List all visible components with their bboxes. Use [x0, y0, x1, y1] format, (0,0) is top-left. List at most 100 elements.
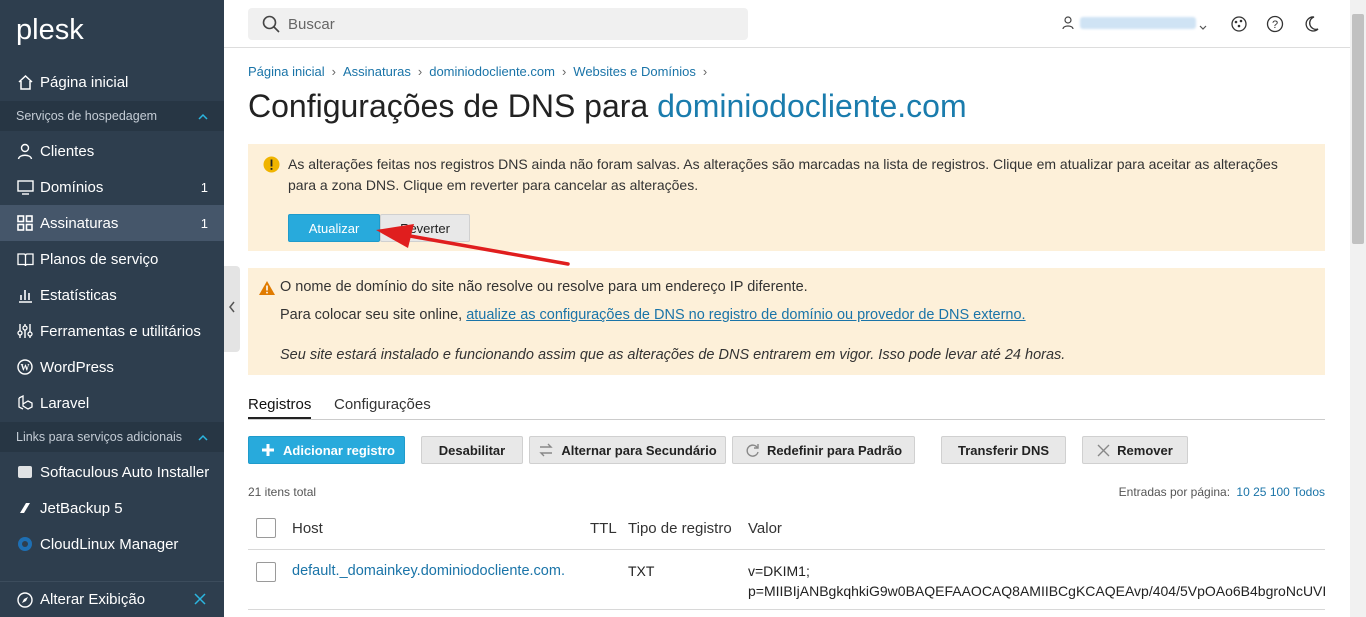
add-record-button[interactable]: Adicionar registro — [248, 436, 405, 464]
remove-button[interactable]: Remover — [1082, 436, 1188, 464]
record-value-line1: v=DKIM1; — [748, 563, 810, 579]
breadcrumb-separator-icon: › — [417, 64, 423, 79]
sidebar-item-dominios[interactable]: Domínios 1 — [0, 169, 224, 205]
per-page-option[interactable]: 100 — [1270, 485, 1290, 499]
sidebar-item-label: JetBackup 5 — [40, 499, 123, 517]
sidebar-item-planos[interactable]: Planos de serviço — [0, 241, 224, 277]
breadcrumb-link[interactable]: Página inicial — [248, 64, 325, 79]
sidebar-item-home[interactable]: Página inicial — [0, 64, 224, 100]
sidebar-item-assinaturas[interactable]: Assinaturas 1 — [0, 205, 224, 241]
breadcrumb-link[interactable]: Websites e Domínios — [573, 64, 696, 79]
tabs: Registros Configurações — [248, 394, 1325, 420]
per-page-label: Entradas por página: — [1118, 485, 1231, 499]
sidebar-item-label: Laravel — [40, 394, 90, 412]
update-dns-link[interactable]: atualize as configurações de DNS no regi… — [466, 307, 1025, 323]
user-icon[interactable] — [1062, 16, 1074, 35]
column-header-type[interactable]: Tipo de registro — [628, 520, 732, 537]
page-title-prefix: Configurações de DNS para — [248, 88, 658, 124]
select-all-checkbox[interactable] — [256, 518, 276, 538]
section-additional-links[interactable]: Links para serviços adicionais — [0, 422, 224, 452]
sidebar-item-label: Ferramentas e utilitários — [40, 322, 201, 340]
breadcrumb: Página inicial › Assinaturas › dominiodocl… — [248, 64, 714, 79]
change-view-label: Alterar Exibição — [40, 591, 146, 608]
breadcrumb-link[interactable]: dominiodocliente.com — [429, 64, 555, 79]
reset-default-button[interactable]: Redefinir para Padrão — [732, 436, 915, 464]
compass-icon — [16, 591, 34, 609]
grid-icon — [16, 214, 34, 232]
moon-icon[interactable] — [1304, 15, 1320, 38]
search-placeholder: Buscar — [288, 15, 335, 33]
search-input[interactable]: Buscar — [248, 8, 748, 40]
red-arrow-annotation — [376, 224, 570, 266]
dns-resolve-line2-prefix: Para colocar seu site online, — [280, 307, 467, 323]
transfer-dns-button[interactable]: Transferir DNS — [941, 436, 1066, 464]
section-hosting-services[interactable]: Serviços de hospedagem — [0, 101, 224, 131]
dns-resolve-notice: O nome de domínio do site não resolve ou… — [248, 268, 1325, 375]
sidebar-item-label: Planos de serviço — [40, 250, 159, 268]
sidebar-item-estatisticas[interactable]: Estatísticas — [0, 277, 224, 313]
warning-triangle-icon — [258, 280, 276, 299]
collapse-sidebar-button[interactable] — [224, 266, 240, 352]
chevron-down-icon[interactable] — [1199, 18, 1207, 36]
column-header-host[interactable]: Host — [292, 520, 323, 537]
sidebar-item-label: Estatísticas — [40, 286, 117, 304]
switch-secondary-button[interactable]: Alternar para Secundário — [529, 436, 726, 464]
sidebar-item-clientes[interactable]: Clientes — [0, 133, 224, 169]
table-row-divider — [248, 609, 1325, 610]
switch-secondary-label: Alternar para Secundário — [561, 442, 717, 458]
sidebar-item-ferramentas[interactable]: Ferramentas e utilitários — [0, 313, 224, 349]
help-icon[interactable]: ? — [1266, 15, 1284, 38]
cloudlinux-icon — [16, 535, 34, 553]
per-page-selector: Entradas por página: 10 25 100 Todos — [1119, 485, 1325, 499]
close-icon[interactable] — [194, 592, 206, 609]
cookie-icon[interactable] — [1230, 15, 1248, 38]
record-value-line2: p=MIIBIjANBgkqhkiG9w0BAQEFAAOCAQ8AMIIBCg… — [748, 583, 1325, 599]
jetbackup-icon — [16, 499, 34, 517]
breadcrumb-link[interactable]: Assinaturas — [343, 64, 411, 79]
disable-button[interactable]: Desabilitar — [421, 436, 523, 464]
per-page-option[interactable]: 25 — [1253, 485, 1266, 499]
column-header-value[interactable]: Valor — [748, 520, 782, 537]
column-header-ttl[interactable]: TTL — [590, 520, 617, 537]
sidebar-item-jetbackup[interactable]: JetBackup 5 — [0, 490, 224, 526]
reset-icon — [745, 443, 760, 458]
page-title-domain[interactable]: dominiodocliente.com — [657, 88, 967, 124]
update-button[interactable]: Atualizar — [288, 214, 380, 242]
search-icon — [262, 15, 280, 33]
section-label: Links para serviços adicionais — [16, 430, 183, 444]
unsaved-changes-text: As alterações feitas nos registros DNS a… — [288, 156, 1278, 193]
svg-text:?: ? — [1272, 19, 1278, 31]
change-view-button[interactable]: Alterar Exibição — [0, 581, 224, 617]
items-total: 21 itens total — [248, 485, 317, 499]
user-name-blurred[interactable] — [1080, 17, 1196, 29]
sidebar-item-softaculous[interactable]: Softaculous Auto Installer — [0, 454, 224, 490]
sidebar-item-laravel[interactable]: Laravel — [0, 385, 224, 421]
tab-configuracoes[interactable]: Configurações — [334, 396, 431, 413]
scrollbar-thumb[interactable] — [1352, 14, 1364, 244]
record-host-link[interactable]: default._domainkey.dominiodocliente.com. — [292, 563, 565, 579]
dns-resolve-line3: Seu site estará instalado e funcionando … — [280, 347, 1066, 363]
plesk-logo[interactable]: plesk — [16, 14, 84, 47]
breadcrumb-separator-icon: › — [561, 64, 567, 79]
bar-chart-icon — [16, 286, 34, 304]
tab-registros[interactable]: Registros — [248, 396, 312, 419]
breadcrumb-separator-icon: › — [702, 64, 708, 79]
wordpress-icon: W — [16, 358, 34, 376]
sidebar-item-label: Softaculous Auto Installer — [40, 463, 210, 481]
add-record-label: Adicionar registro — [283, 442, 395, 458]
sidebar-item-wordpress[interactable]: W WordPress — [0, 349, 224, 385]
sidebar: plesk Página inicial Serviços de hospeda… — [0, 0, 224, 617]
sidebar-item-label: WordPress — [40, 358, 114, 376]
breadcrumb-separator-icon: › — [331, 64, 336, 79]
user-icon — [16, 142, 34, 160]
sidebar-item-cloudlinux[interactable]: CloudLinux Manager — [0, 526, 224, 562]
chevron-up-icon — [198, 110, 208, 124]
remove-label: Remover — [1117, 442, 1173, 458]
dns-resolve-line1: O nome de domínio do site não resolve ou… — [280, 279, 808, 295]
section-label: Serviços de hospedagem — [16, 109, 158, 123]
laravel-icon — [16, 394, 34, 412]
sidebar-item-label: Domínios — [40, 178, 104, 196]
row-checkbox[interactable] — [256, 562, 276, 582]
per-page-option[interactable]: 10 — [1236, 485, 1249, 499]
per-page-option[interactable]: Todos — [1293, 485, 1325, 499]
